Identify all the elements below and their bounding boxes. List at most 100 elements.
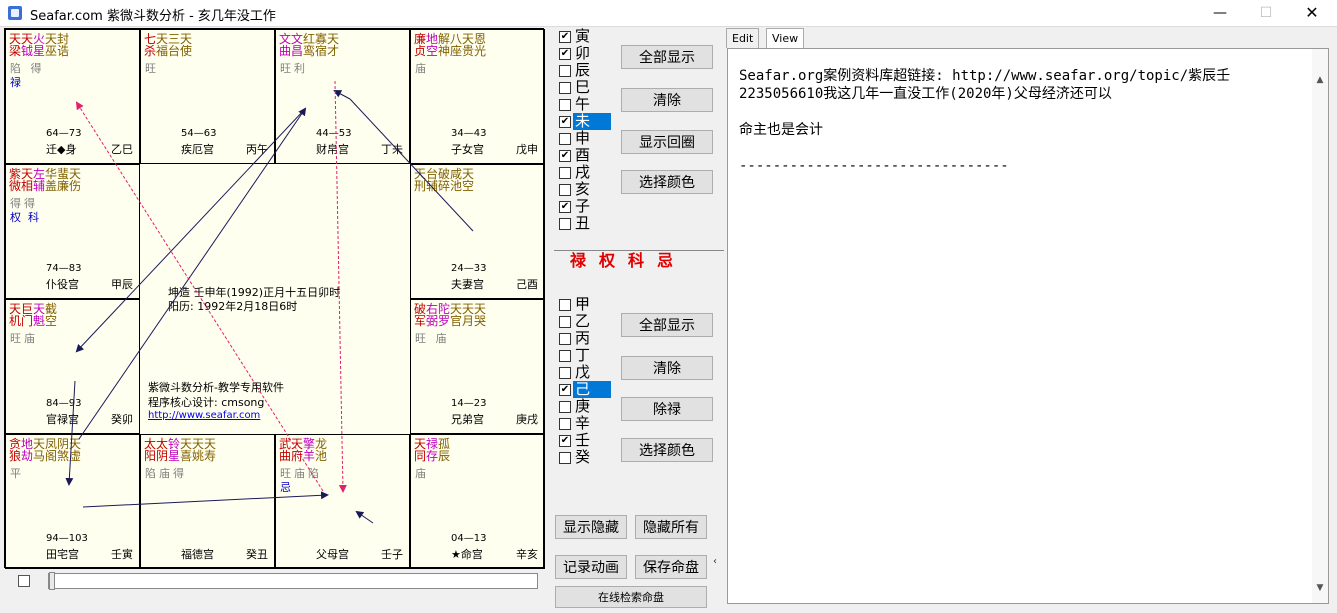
palace-cell[interactable]: 紫天左华蜚天 微相辅盖廉伤 得得权 科 74—83 仆役宫 甲辰	[5, 164, 140, 299]
checkbox[interactable]	[559, 367, 571, 379]
branch-item[interactable]: ✔ 酉	[557, 147, 611, 164]
tab-ji[interactable]: 忌	[655, 251, 675, 271]
branch-item[interactable]: 巳	[557, 79, 611, 96]
star-glyph: 辰	[438, 449, 451, 463]
remove-lu-button[interactable]: 除禄	[621, 397, 713, 421]
branch-item[interactable]: ✔ 寅	[557, 28, 611, 45]
star-glyph: 官	[450, 314, 463, 328]
checkbox[interactable]	[559, 452, 571, 464]
branch-item[interactable]: 辰	[557, 62, 611, 79]
checkbox[interactable]	[559, 99, 571, 111]
stem-item[interactable]: ✔ 己	[557, 381, 611, 398]
show-loop-button[interactable]: 显示回圈	[621, 130, 713, 154]
show-all-button[interactable]: 全部显示	[621, 45, 713, 69]
palace-cell[interactable]: 七天三天 杀福台使旺 54—63 疾厄宫 丙午	[140, 29, 275, 164]
hide-all-button[interactable]: 隐藏所有	[635, 515, 707, 539]
star-glyph: 池	[450, 179, 463, 193]
checkbox[interactable]	[559, 401, 571, 413]
checkbox[interactable]	[559, 350, 571, 362]
checkbox[interactable]	[559, 82, 571, 94]
timeline-slider[interactable]	[48, 572, 538, 590]
checkbox[interactable]	[559, 299, 571, 311]
pick-color-button-2[interactable]: 选择颜色	[621, 438, 713, 462]
software-link[interactable]: http://www.seafar.com	[148, 410, 260, 421]
splitter-handle[interactable]: ‹	[713, 556, 717, 567]
stem-item[interactable]: 甲	[557, 296, 611, 313]
scroll-down-icon[interactable]: ▼	[1315, 583, 1325, 593]
checkbox[interactable]: ✔	[559, 435, 571, 447]
close-button[interactable]: ✕	[1289, 0, 1335, 26]
stem-item[interactable]: 丁	[557, 347, 611, 364]
online-search-button[interactable]: 在线检索命盘	[555, 586, 707, 608]
vertical-scrollbar[interactable]: ▲ ▼	[1312, 49, 1328, 603]
show-all-button-2[interactable]: 全部显示	[621, 313, 713, 337]
stem-item[interactable]: 丙	[557, 330, 611, 347]
checkbox[interactable]: ✔	[559, 48, 571, 60]
stem-item[interactable]: 辛	[557, 415, 611, 432]
checkbox[interactable]: ✔	[559, 384, 571, 396]
checkbox[interactable]	[559, 167, 571, 179]
show-hide-button[interactable]: 显示隐藏	[555, 515, 627, 539]
branch-item[interactable]: ✔ 未	[557, 113, 611, 130]
timeline-checkbox[interactable]	[18, 575, 30, 587]
palace-cell[interactable]: 武天擎龙 曲府羊池 旺庙陷忌父母宫 壬子	[275, 434, 410, 569]
branch-item[interactable]: ✔ 卯	[557, 45, 611, 62]
checkbox[interactable]: ✔	[559, 31, 571, 43]
checkbox[interactable]: ✔	[559, 150, 571, 162]
star-glyph: 机	[9, 314, 22, 328]
palace-cell[interactable]: 天天火天封 梁钺星巫诰陷 得禄 64—73 迁◆身 乙巳	[5, 29, 140, 164]
stem-item[interactable]: 戊	[557, 364, 611, 381]
star-glyph: 辅	[426, 179, 439, 193]
tab-quan[interactable]: 权	[597, 251, 617, 271]
checkbox[interactable]	[559, 184, 571, 196]
star-glyph: 羊	[303, 449, 316, 463]
checkbox[interactable]: ✔	[559, 116, 571, 128]
checkbox[interactable]	[559, 316, 571, 328]
branch-item[interactable]: 丑	[557, 215, 611, 232]
branch-item[interactable]: ✔ 子	[557, 198, 611, 215]
notes-editor[interactable]: Seafar.org案例资料库超链接: http://www.seafar.or…	[727, 48, 1329, 604]
checkbox[interactable]	[559, 218, 571, 230]
branch-item[interactable]: 戌	[557, 164, 611, 181]
palace-cell[interactable]: 文文红寡天 曲昌鸾宿才 旺利 44—53 财帛宫 丁未	[275, 29, 410, 164]
checkbox[interactable]	[559, 418, 571, 430]
tab-edit[interactable]: Edit	[726, 28, 760, 48]
scroll-up-icon[interactable]: ▲	[1315, 75, 1325, 85]
palace-cell[interactable]: 破右陀天天天 军弼罗官月哭旺 庙 14—23 兄弟宫 庚戌	[410, 299, 545, 434]
record-animation-button[interactable]: 记录动画	[555, 555, 627, 579]
palace-cell[interactable]: 贪地天凤阴天 狼劫马阁煞虚平 94—103 田宅宫 壬寅	[5, 434, 140, 569]
sihua-marker: 禄	[10, 76, 21, 89]
stem-item[interactable]: 癸	[557, 449, 611, 466]
palace-cell[interactable]: 天巨天截 机门魁空 旺庙 84—93 官禄宫 癸卯	[5, 299, 140, 434]
star-brightness: 平	[10, 467, 24, 480]
star-brightness: 旺	[145, 62, 159, 75]
palace-cell[interactable]: 天台破咸天 刑辅碎池空 24—33 夫妻宫 己酉	[410, 164, 545, 299]
maximize-button[interactable]: ☐	[1243, 0, 1289, 26]
tab-lu[interactable]: 禄	[568, 251, 588, 271]
clear-button[interactable]: 清除	[621, 88, 713, 112]
slider-thumb[interactable]	[49, 572, 55, 590]
pick-color-button[interactable]: 选择颜色	[621, 170, 713, 194]
checkbox[interactable]	[559, 65, 571, 77]
palace-cell[interactable]: 太太铃天天天 阳阴星喜姚寿 陷庙得 福德宫 癸丑	[140, 434, 275, 569]
stem-item[interactable]: 庚	[557, 398, 611, 415]
minimize-button[interactable]: —	[1197, 0, 1243, 26]
save-chart-button[interactable]: 保存命盘	[635, 555, 707, 579]
stem-item[interactable]: 乙	[557, 313, 611, 330]
tab-view-html[interactable]: View Html	[766, 28, 805, 64]
palace-name: ★命宫	[451, 548, 483, 561]
branch-item[interactable]: 申	[557, 130, 611, 147]
palace-cell[interactable]: 廉地解八天恩 贞空神座贵光庙 34—43 子女宫 戊申	[410, 29, 545, 164]
tab-ke[interactable]: 科	[626, 251, 646, 271]
palace-stem-branch: 己酉	[516, 278, 538, 291]
palace-cell[interactable]: 天禄孤 同存辰庙 04—13 ★命宫 辛亥	[410, 434, 545, 569]
checkbox[interactable]	[559, 333, 571, 345]
checkbox[interactable]: ✔	[559, 201, 571, 213]
clear-button-2[interactable]: 清除	[621, 356, 713, 380]
checkbox[interactable]	[559, 133, 571, 145]
ziwei-chart[interactable]: 紫天左华蜚天 微相辅盖廉伤 得得权 科 74—83 仆役宫 甲辰 天巨天截 机门魁空 旺庙 84—…	[4, 28, 545, 569]
stem-item[interactable]: ✔ 壬	[557, 432, 611, 449]
palace-stem-branch: 壬子	[381, 548, 403, 561]
branch-item[interactable]: 午	[557, 96, 611, 113]
branch-item[interactable]: 亥	[557, 181, 611, 198]
